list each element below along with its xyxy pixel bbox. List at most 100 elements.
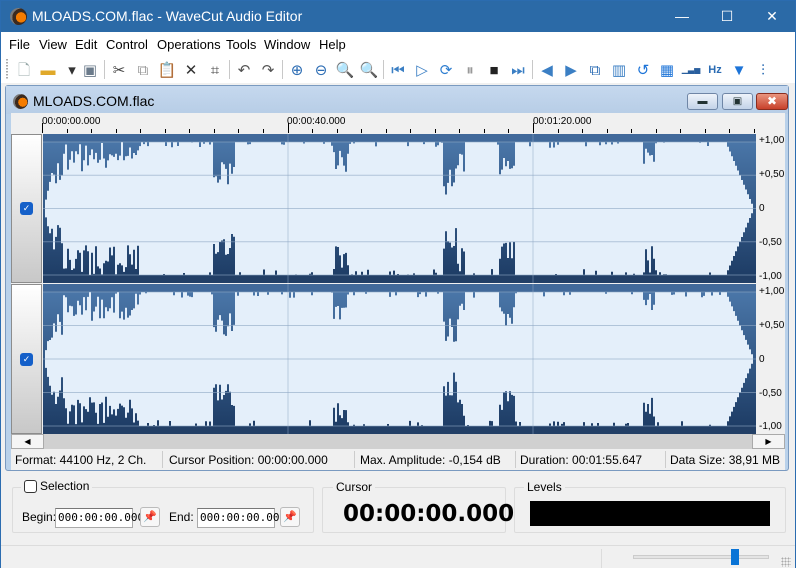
ruler-tick — [42, 123, 43, 133]
zoom-fit-icon[interactable]: 🔍 — [358, 59, 380, 81]
volume-levels-icon[interactable]: ▁▃▅ — [680, 59, 702, 81]
ruler-tick — [214, 129, 215, 133]
toolbar-separator — [104, 60, 105, 79]
zoom-slider-thumb[interactable] — [731, 549, 739, 565]
go-to-end-icon[interactable]: ⏭ — [507, 59, 529, 81]
app-window: MLOADS.COM.flac - WaveCut Audio Editor —… — [0, 0, 796, 568]
cursor-time-display: 00:00:00.000 — [343, 501, 515, 527]
paste-icon[interactable]: 📋 — [156, 59, 178, 81]
new-file-icon[interactable]: 🗋 — [13, 59, 35, 81]
open-folder-icon[interactable]: ▬ — [37, 59, 59, 81]
minimize-button[interactable]: — — [659, 1, 705, 32]
cut-icon[interactable]: ✂ — [108, 59, 130, 81]
end-pin-button[interactable]: 📌 — [280, 507, 300, 527]
document-window: MLOADS.COM.flac ▬ ▣ ✖ 00:00:00.000 00:00… — [5, 85, 789, 471]
levels-meter — [530, 501, 770, 526]
play-icon[interactable]: ▷ — [411, 59, 433, 81]
toolbar-separator — [383, 60, 384, 79]
menu-window[interactable]: Window — [264, 37, 310, 52]
channel-2-header: ✓ — [11, 284, 42, 434]
ruler-tick — [729, 129, 730, 133]
ruler-tick — [705, 129, 706, 133]
stop-icon[interactable]: ■ — [483, 59, 505, 81]
menu-tools[interactable]: Tools — [226, 37, 256, 52]
channel-1-header: ✓ — [11, 134, 42, 283]
cursor-label: Cursor — [333, 480, 376, 494]
amp-label: +1,00 — [759, 286, 785, 297]
menu-bar: File View Edit Control Operations Tools … — [1, 32, 795, 56]
loop-icon[interactable]: ⟳ — [435, 59, 457, 81]
ruler-tick — [680, 129, 681, 133]
waveform-graph — [43, 134, 756, 283]
time-ruler[interactable]: 00:00:00.000 00:00:40.000 00:01:20.000 — [11, 113, 785, 133]
bottom-panel: Selection Begin: 000:00:00.000 📌 End: 00… — [1, 473, 795, 568]
zoom-out-icon[interactable]: ⊖ — [310, 59, 332, 81]
pause-icon[interactable]: ⏸ — [459, 59, 481, 81]
delete-icon[interactable]: ✕ — [180, 59, 202, 81]
frequency-hz-icon[interactable]: Hz — [704, 59, 726, 81]
menu-edit[interactable]: Edit — [75, 37, 97, 52]
begin-pin-button[interactable]: 📌 — [140, 507, 160, 527]
zoom-100-icon[interactable]: 🔍 — [334, 59, 356, 81]
toolbar-grip[interactable] — [6, 59, 8, 80]
end-field[interactable]: 000:00:00.000 — [197, 508, 286, 528]
reverse-icon[interactable]: ↺ — [632, 59, 654, 81]
document-title: MLOADS.COM.flac — [33, 93, 155, 109]
external-link-icon[interactable]: ⧉ — [584, 59, 606, 81]
status-cursor-position: Cursor Position: 00:00:00.000 — [169, 453, 328, 467]
maximize-button[interactable]: ☐ — [704, 1, 750, 32]
amp-label: -1,00 — [759, 421, 782, 432]
go-to-start-icon[interactable]: ⏮ — [387, 59, 409, 81]
close-button[interactable]: ✕ — [749, 1, 795, 32]
channel-2-waveform[interactable] — [43, 284, 756, 434]
save-icon[interactable]: ▣ — [79, 59, 101, 81]
scroll-right-button[interactable]: ▶ — [752, 434, 785, 449]
ruler-tick — [189, 129, 190, 133]
menu-file[interactable]: File — [9, 37, 30, 52]
undo-icon[interactable]: ↶ — [233, 59, 255, 81]
normalize-icon[interactable]: ▥ — [608, 59, 630, 81]
document-minimize-button[interactable]: ▬ — [687, 93, 718, 110]
channel-1-waveform[interactable] — [43, 134, 756, 283]
status-data-size: Data Size: 38,91 MB — [670, 453, 781, 467]
divider — [1, 545, 795, 546]
ruler-tick — [631, 129, 632, 133]
channel-1-checkbox[interactable]: ✓ — [20, 202, 33, 215]
copy-icon[interactable]: ⧉ — [132, 59, 154, 81]
scroll-left-button[interactable]: ◀ — [11, 434, 44, 449]
amplify-icon[interactable]: ▦ — [656, 59, 678, 81]
ruler-tick — [361, 129, 362, 133]
redo-icon[interactable]: ↷ — [257, 59, 279, 81]
toolbar-separator — [282, 60, 283, 79]
status-divider — [665, 451, 666, 468]
document-close-button[interactable]: ✖ — [756, 93, 788, 110]
document-restore-button[interactable]: ▣ — [722, 93, 753, 110]
menu-help[interactable]: Help — [319, 37, 346, 52]
status-divider — [515, 451, 516, 468]
fade-in-icon[interactable]: ◀ — [536, 59, 558, 81]
ruler-tick — [607, 129, 608, 133]
ruler-tick — [288, 123, 289, 133]
menu-view[interactable]: View — [39, 37, 67, 52]
menu-operations[interactable]: Operations — [157, 37, 221, 52]
filter-icon[interactable]: ▼ — [728, 59, 750, 81]
status-bar: Format: 44100 Hz, 2 Ch. Cursor Position:… — [11, 450, 785, 470]
channel-2-checkbox[interactable]: ✓ — [20, 353, 33, 366]
end-label: End: — [169, 510, 194, 524]
selection-group: Selection Begin: 000:00:00.000 📌 End: 00… — [12, 479, 314, 533]
status-divider — [162, 451, 163, 468]
equalizer-icon[interactable]: ⫶ — [752, 59, 774, 81]
amp-label: -0,50 — [759, 388, 782, 399]
menu-control[interactable]: Control — [106, 37, 148, 52]
begin-field[interactable]: 000:00:00.000 — [55, 508, 144, 528]
fade-out-icon[interactable]: ▶ — [560, 59, 582, 81]
resize-grip[interactable] — [781, 557, 791, 567]
zoom-in-icon[interactable]: ⊕ — [286, 59, 308, 81]
toolbar-separator — [229, 60, 230, 79]
selection-checkbox[interactable] — [24, 479, 37, 493]
crop-icon[interactable]: ⌗ — [204, 59, 226, 81]
ruler-tick — [558, 129, 559, 133]
ruler-tick — [140, 129, 141, 133]
horizontal-scrollbar[interactable]: ◀ ▶ — [11, 434, 785, 449]
zoom-slider[interactable] — [633, 555, 769, 559]
